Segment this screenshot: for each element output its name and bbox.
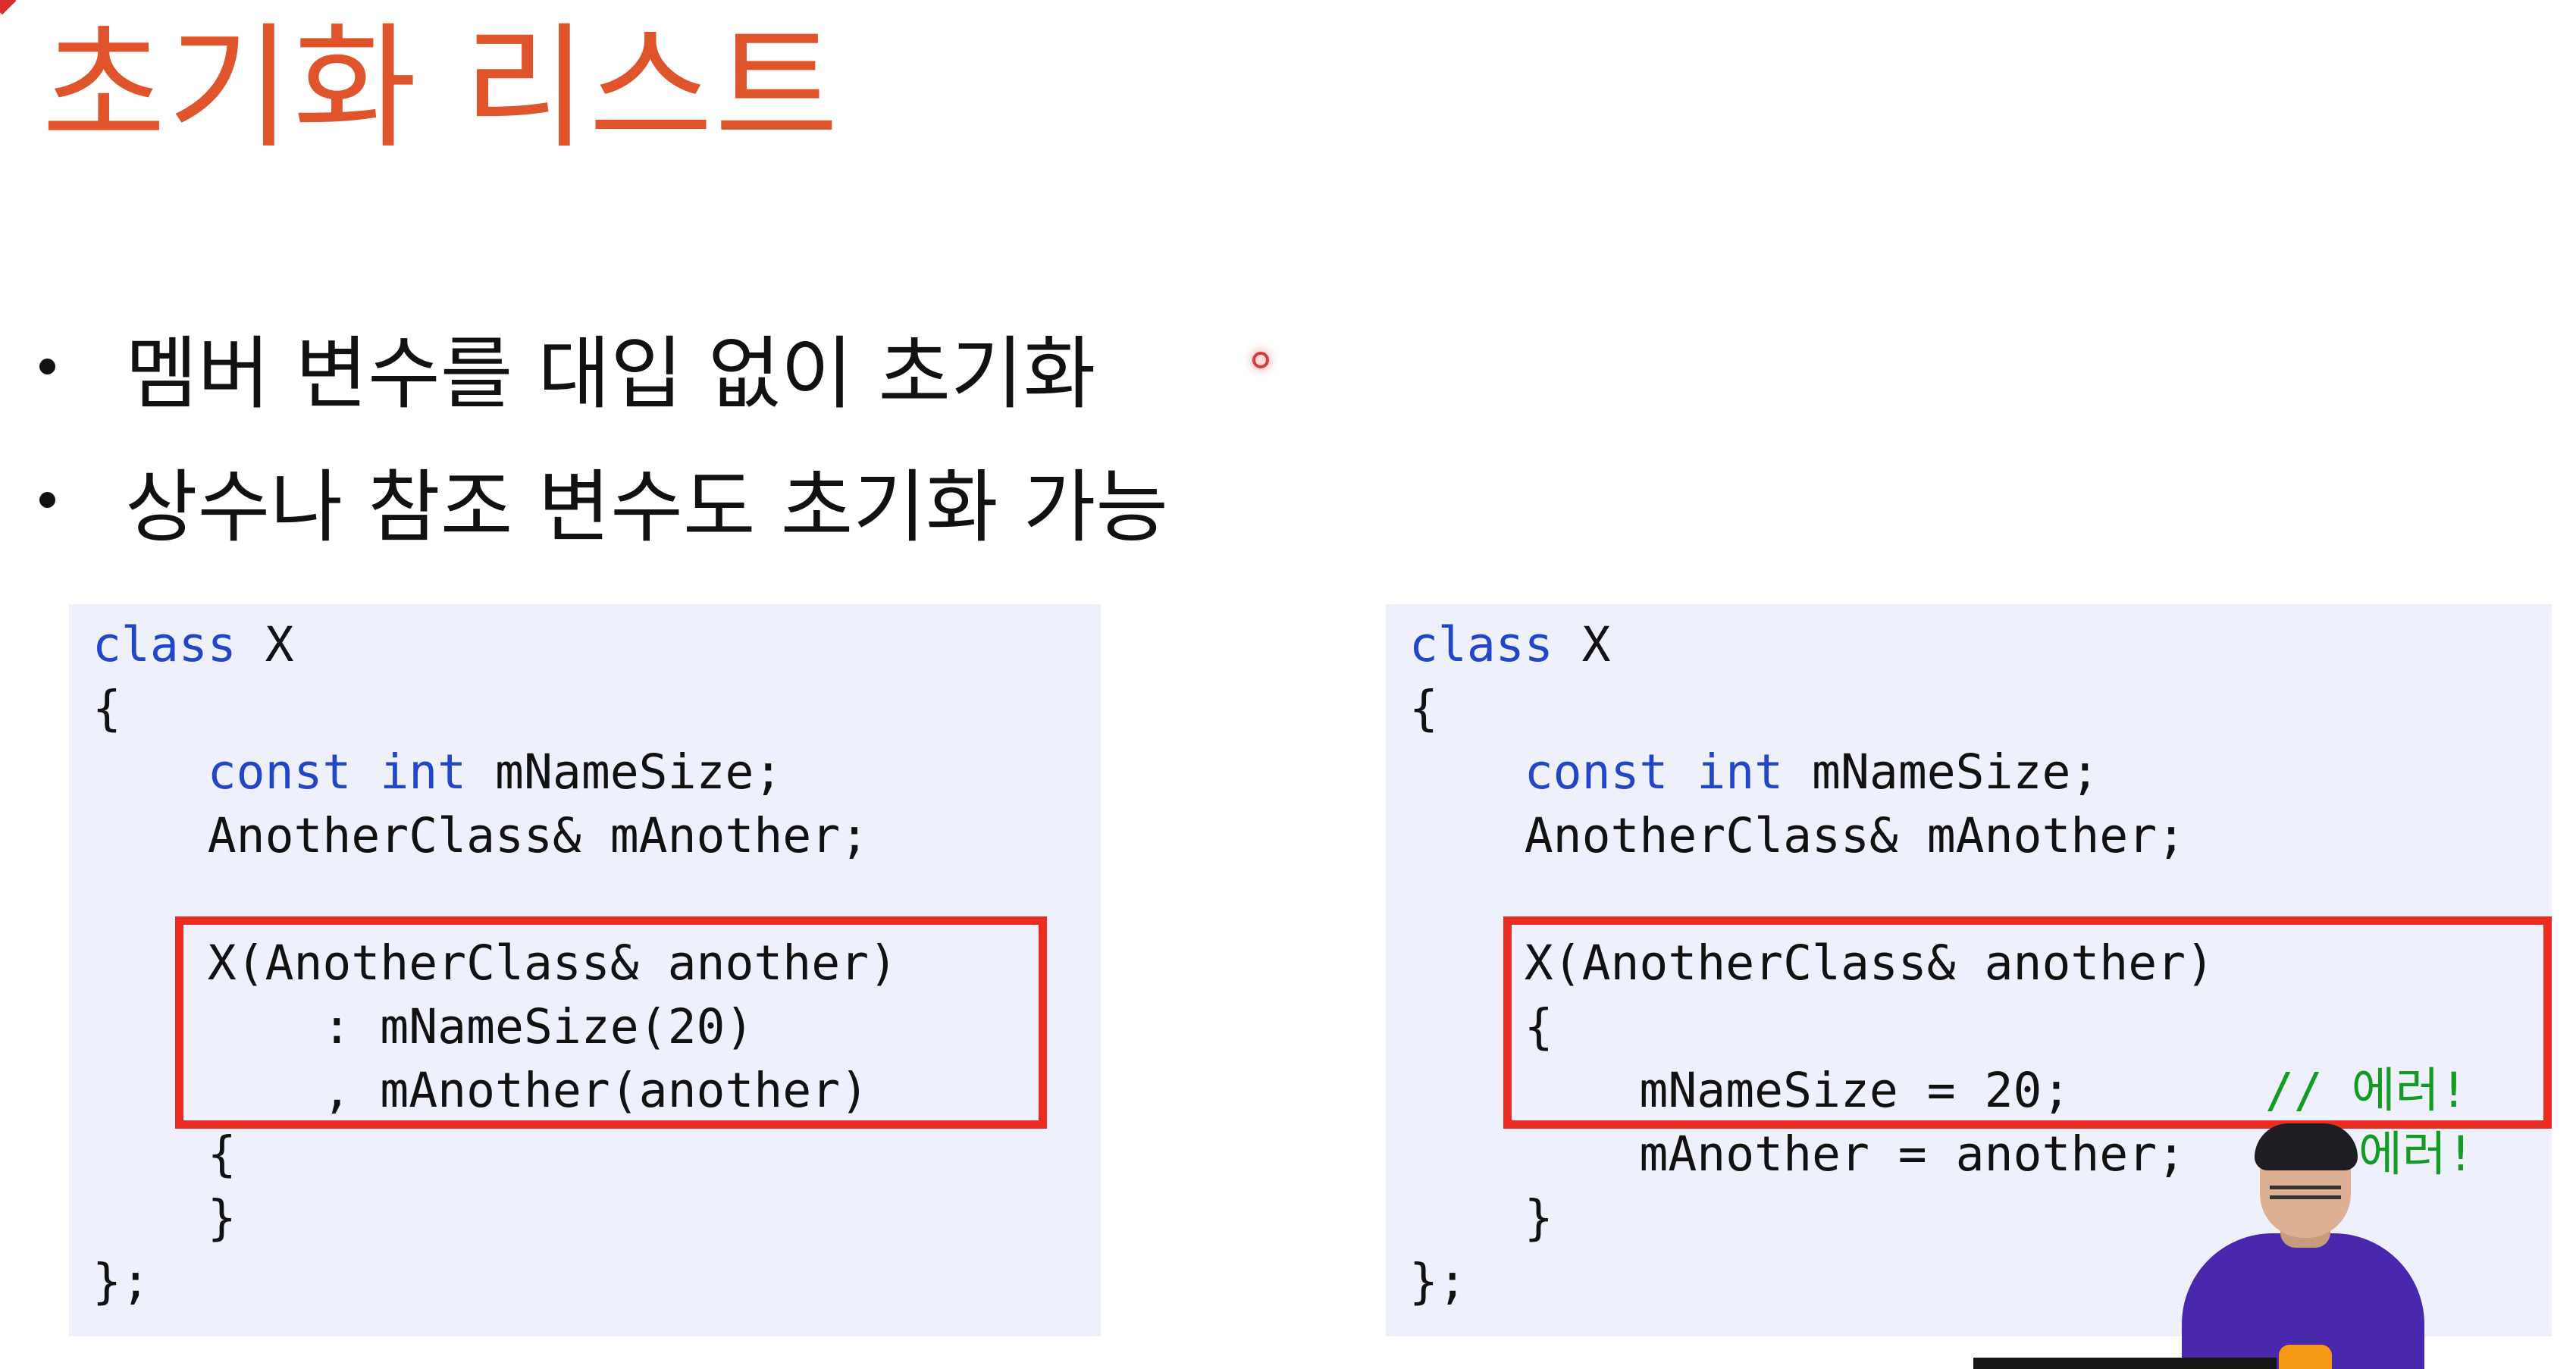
keyword-token: int bbox=[380, 744, 467, 800]
presenter-hair bbox=[2255, 1123, 2358, 1170]
code-line: } bbox=[1409, 1190, 1553, 1245]
bullet-text: 멤버 변수를 대입 없이 초기화 bbox=[125, 327, 1096, 420]
code-line: AnotherClass& mAnother; bbox=[1409, 808, 2186, 863]
code-line: X(AnotherClass& another) bbox=[92, 935, 898, 991]
code-line: class X bbox=[1409, 613, 1611, 677]
laser-pointer-icon bbox=[1252, 352, 1269, 368]
code-line: const int mNameSize; bbox=[92, 741, 783, 804]
bullet-icon bbox=[39, 358, 55, 374]
code-line: X(AnotherClass& another) bbox=[1409, 935, 2215, 991]
code-line: }; bbox=[1409, 1254, 1467, 1309]
left-code-panel: class X { const int mNameSize; AnotherCl… bbox=[69, 604, 1101, 1336]
member-token: mNameSize; bbox=[1783, 744, 2100, 800]
code-line: }; bbox=[92, 1254, 150, 1309]
code-line: mNameSize = 20; bbox=[1409, 1063, 2071, 1118]
desk-edge bbox=[1973, 1358, 2277, 1369]
bullet-item: 상수나 참조 변수도 초기화 가능 bbox=[39, 433, 1168, 566]
presenter-video-overlay bbox=[2167, 1123, 2440, 1369]
indent-token bbox=[92, 744, 208, 800]
code-line: { bbox=[92, 681, 121, 736]
keyword-token: class bbox=[1409, 617, 1553, 672]
keyword-token: const bbox=[1524, 744, 1669, 800]
slide-title: 초기화 리스트 bbox=[42, 10, 841, 167]
keyword-token: int bbox=[1697, 744, 1784, 800]
code-line: : mNameSize(20) bbox=[92, 999, 754, 1054]
class-name-token: X bbox=[1553, 617, 1611, 672]
code-line: , mAnother(another) bbox=[92, 1063, 870, 1118]
code-line: const int mNameSize; bbox=[1409, 741, 2100, 804]
bullet-item: 멤버 변수를 대입 없이 초기화 bbox=[39, 299, 1168, 433]
code-line: } bbox=[92, 1190, 237, 1245]
bullet-list: 멤버 변수를 대입 없이 초기화 상수나 참조 변수도 초기화 가능 bbox=[39, 299, 1168, 566]
code-line: { bbox=[1409, 681, 1438, 736]
member-token: mNameSize; bbox=[466, 744, 783, 800]
shirt-logo bbox=[2279, 1345, 2332, 1369]
slide-corner-marker bbox=[0, 0, 17, 15]
bullet-text: 상수나 참조 변수도 초기화 가능 bbox=[125, 460, 1169, 553]
keyword-token: class bbox=[92, 617, 237, 672]
class-name-token: X bbox=[236, 617, 294, 672]
indent-token bbox=[1409, 744, 1525, 800]
bullet-icon bbox=[39, 491, 55, 508]
code-line: class X bbox=[92, 613, 294, 677]
error-comment: // 에러! bbox=[2265, 1063, 2468, 1118]
code-line: AnotherClass& mAnother; bbox=[92, 808, 870, 863]
keyword-token: const bbox=[207, 744, 352, 800]
presenter-glasses bbox=[2270, 1186, 2341, 1199]
code-line: mAnother = another; bbox=[1409, 1126, 2186, 1182]
code-line: { bbox=[92, 1126, 237, 1182]
code-line: { bbox=[1409, 999, 1553, 1054]
